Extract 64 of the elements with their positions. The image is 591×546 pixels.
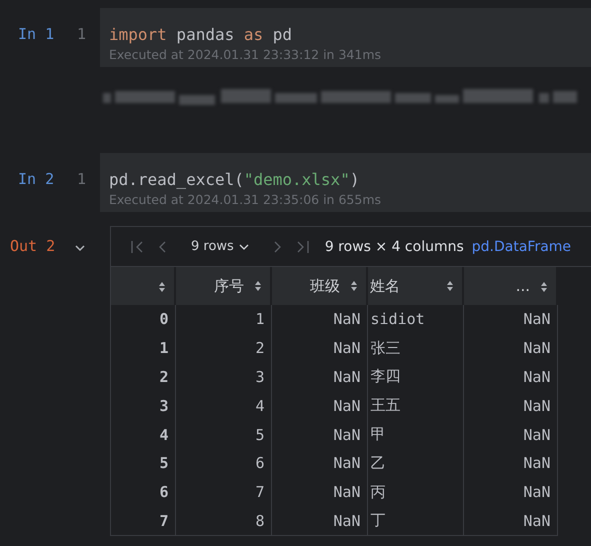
table-cell: NaN [463, 362, 557, 392]
table-cell: 4 [175, 391, 271, 420]
table-cell: 2 [175, 334, 271, 363]
sort-icon[interactable] [446, 280, 454, 292]
table-cell: NaN [463, 391, 557, 420]
table-cell: 5 [175, 420, 271, 449]
line-number: 1 [77, 170, 86, 190]
column-header[interactable]: 班级 [271, 267, 367, 305]
sort-icon[interactable] [158, 280, 166, 293]
code-cell[interactable]: import pandas as pd Executed at 2024.01.31 23:33:12 in 341ms [100, 8, 591, 67]
table-cell: NaN [463, 478, 557, 507]
execution-status: Executed at 2024.01.31 23:33:12 in 341ms [109, 47, 382, 62]
execution-status: Executed at 2024.01.31 23:35:06 in 655ms [109, 192, 382, 207]
table-cell: NaN [271, 506, 367, 536]
row-index: 6 [111, 478, 175, 507]
table-cell: 丁 [367, 506, 463, 536]
column-header[interactable]: ... [463, 267, 557, 305]
cell-prompt: In 1 [18, 25, 56, 45]
sort-icon[interactable] [254, 280, 262, 292]
caret-icon [238, 242, 249, 252]
code-cell[interactable]: pd.read_excel("demo.xlsx") Executed at 2024.01.31 23:35:06 in 655ms [100, 153, 591, 212]
table-cell: 8 [175, 506, 271, 536]
column-header[interactable]: 序号 [175, 267, 271, 305]
sort-icon[interactable] [350, 280, 358, 292]
table-size-label: 9 rows × 4 columns [324, 238, 464, 254]
column-header[interactable]: 姓名 [367, 267, 463, 305]
code-line: pd.read_excel("demo.xlsx") [109, 170, 360, 190]
table-cell: 6 [175, 448, 271, 478]
row-index: 5 [111, 448, 175, 478]
row-index: 1 [111, 334, 175, 363]
line-number: 1 [77, 25, 86, 45]
table-cell: NaN [271, 362, 367, 392]
row-index: 2 [111, 362, 175, 392]
code-line: import pandas as pd [109, 25, 294, 45]
type-link[interactable]: pd.DataFrame [472, 238, 572, 254]
table-cell: 王五 [367, 391, 463, 420]
rows-dropdown[interactable]: 9 rows [187, 237, 253, 256]
table-cell: NaN [463, 305, 557, 334]
table-cell: 李四 [367, 362, 463, 392]
row-index: 4 [111, 420, 175, 449]
table-cell: 7 [175, 478, 271, 507]
output-prompt: Out 2 [10, 237, 56, 255]
table-cell: 丙 [367, 478, 463, 507]
table-cell: 张三 [367, 334, 463, 363]
table-cell: NaN [271, 448, 367, 478]
table-cell: NaN [463, 506, 557, 536]
table-cell: NaN [271, 478, 367, 507]
table-cell: 1 [175, 305, 271, 334]
table-cell: NaN [463, 448, 557, 478]
table-cell: NaN [463, 420, 557, 449]
sort-icon[interactable] [540, 280, 548, 293]
row-index: 0 [111, 305, 175, 334]
table-cell: NaN [271, 391, 367, 420]
table-cell: 乙 [367, 448, 463, 478]
table-cell: sidiot [367, 305, 463, 334]
table-cell: NaN [271, 420, 367, 449]
cell-prompt: In 2 [18, 170, 56, 190]
row-index: 7 [111, 506, 175, 536]
table-cell: NaN [271, 334, 367, 363]
table-cell: NaN [463, 334, 557, 363]
row-index: 3 [111, 391, 175, 420]
table-cell: NaN [271, 305, 367, 334]
table-cell: 3 [175, 362, 271, 392]
table-cell: 甲 [367, 420, 463, 449]
